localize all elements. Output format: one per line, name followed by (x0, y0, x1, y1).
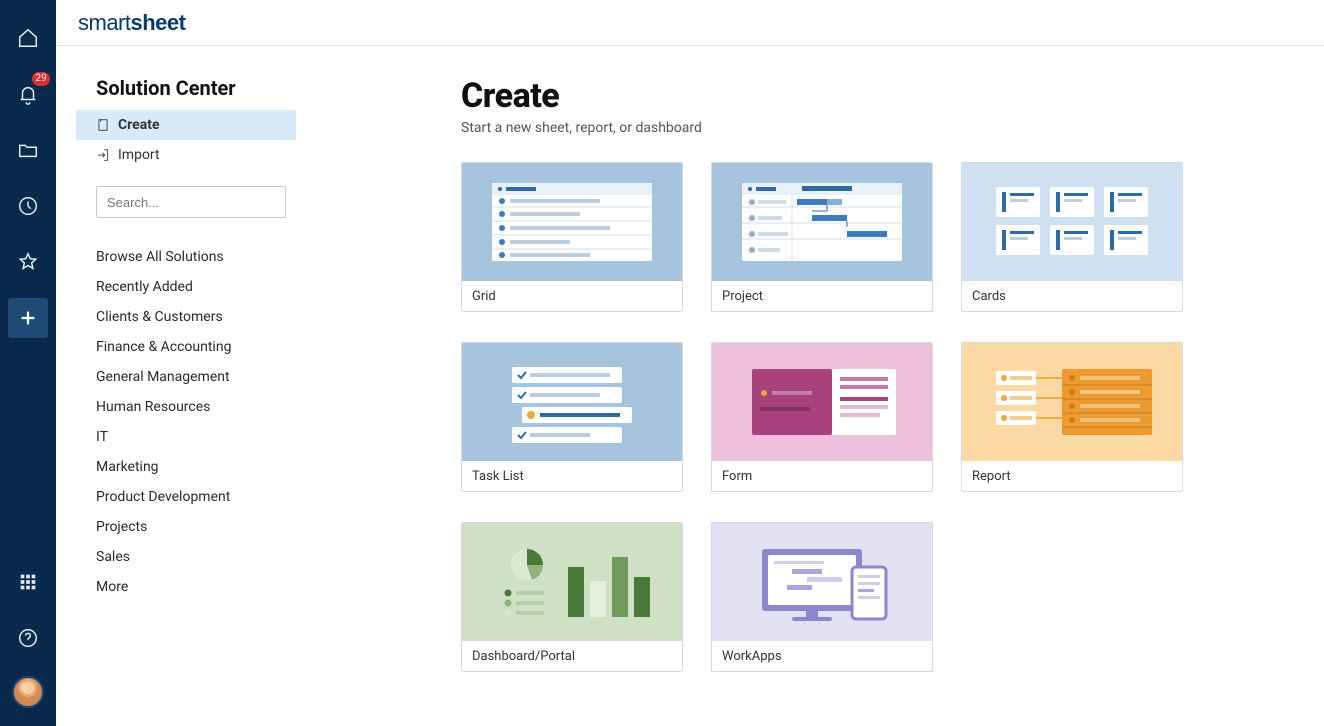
tile-form-thumb (712, 343, 932, 461)
category-human-resources[interactable]: Human Resources (96, 392, 356, 422)
mode-create-label: Create (118, 117, 160, 133)
app-header: smartsheet (56, 0, 1324, 46)
tile-report-label: Report (962, 461, 1182, 491)
user-avatar[interactable] (12, 676, 44, 708)
page-subtitle: Start a new sheet, report, or dashboard (461, 120, 1284, 136)
tile-dashboard-thumb (462, 523, 682, 641)
mode-create[interactable]: Create (76, 110, 296, 140)
tile-form[interactable]: Form (711, 342, 933, 492)
apps-icon[interactable] (8, 562, 48, 602)
tile-cards[interactable]: Cards (961, 162, 1183, 312)
category-general-management[interactable]: General Management (96, 362, 356, 392)
tile-project[interactable]: Project (711, 162, 933, 312)
tile-cards-label: Cards (962, 281, 1182, 311)
category-product-development[interactable]: Product Development (96, 482, 356, 512)
create-new-button[interactable] (8, 298, 48, 338)
main-content: Create Start a new sheet, report, or das… (376, 46, 1324, 726)
tile-grid[interactable]: Grid (461, 162, 683, 312)
category-browse-all[interactable]: Browse All Solutions (96, 242, 356, 272)
tile-cards-thumb (962, 163, 1182, 281)
create-tiles: Grid (461, 162, 1284, 672)
tile-dashboard-label: Dashboard/Portal (462, 641, 682, 671)
tile-grid-label: Grid (462, 281, 682, 311)
tile-grid-thumb (462, 163, 682, 281)
category-projects[interactable]: Projects (96, 512, 356, 542)
help-icon[interactable] (8, 618, 48, 658)
category-sales[interactable]: Sales (96, 542, 356, 572)
home-icon[interactable] (8, 18, 48, 58)
tile-report[interactable]: Report (961, 342, 1183, 492)
category-finance-accounting[interactable]: Finance & Accounting (96, 332, 356, 362)
tile-form-label: Form (712, 461, 932, 491)
tile-task-list-label: Task List (462, 461, 682, 491)
smartsheet-logo[interactable]: smartsheet (78, 10, 185, 36)
notification-badge: 29 (32, 72, 50, 86)
tile-workapps-label: WorkApps (712, 641, 932, 671)
category-list: Browse All Solutions Recently Added Clie… (96, 242, 356, 602)
tile-project-thumb (712, 163, 932, 281)
tile-project-label: Project (712, 281, 932, 311)
favorites-icon[interactable] (8, 242, 48, 282)
category-more[interactable]: More (96, 572, 356, 602)
category-recently-added[interactable]: Recently Added (96, 272, 356, 302)
search-box[interactable] (96, 186, 286, 218)
recents-icon[interactable] (8, 186, 48, 226)
category-clients-customers[interactable]: Clients & Customers (96, 302, 356, 332)
tile-workapps[interactable]: WorkApps (711, 522, 933, 672)
solution-center-sidebar: Solution Center Create Import Browse All… (56, 46, 376, 726)
folder-icon[interactable] (8, 130, 48, 170)
left-nav-rail: 29 (0, 0, 56, 726)
category-it[interactable]: IT (96, 422, 356, 452)
category-marketing[interactable]: Marketing (96, 452, 356, 482)
tile-task-list-thumb (462, 343, 682, 461)
tile-task-list[interactable]: Task List (461, 342, 683, 492)
tile-report-thumb (962, 343, 1182, 461)
mode-import-label: Import (118, 147, 160, 163)
tile-dashboard-portal[interactable]: Dashboard/Portal (461, 522, 683, 672)
notifications-icon[interactable]: 29 (8, 74, 48, 114)
mode-import[interactable]: Import (76, 140, 296, 170)
solution-center-title: Solution Center (96, 76, 356, 100)
tile-workapps-thumb (712, 523, 932, 641)
page-title: Create (461, 76, 1284, 116)
search-input[interactable] (105, 194, 285, 211)
